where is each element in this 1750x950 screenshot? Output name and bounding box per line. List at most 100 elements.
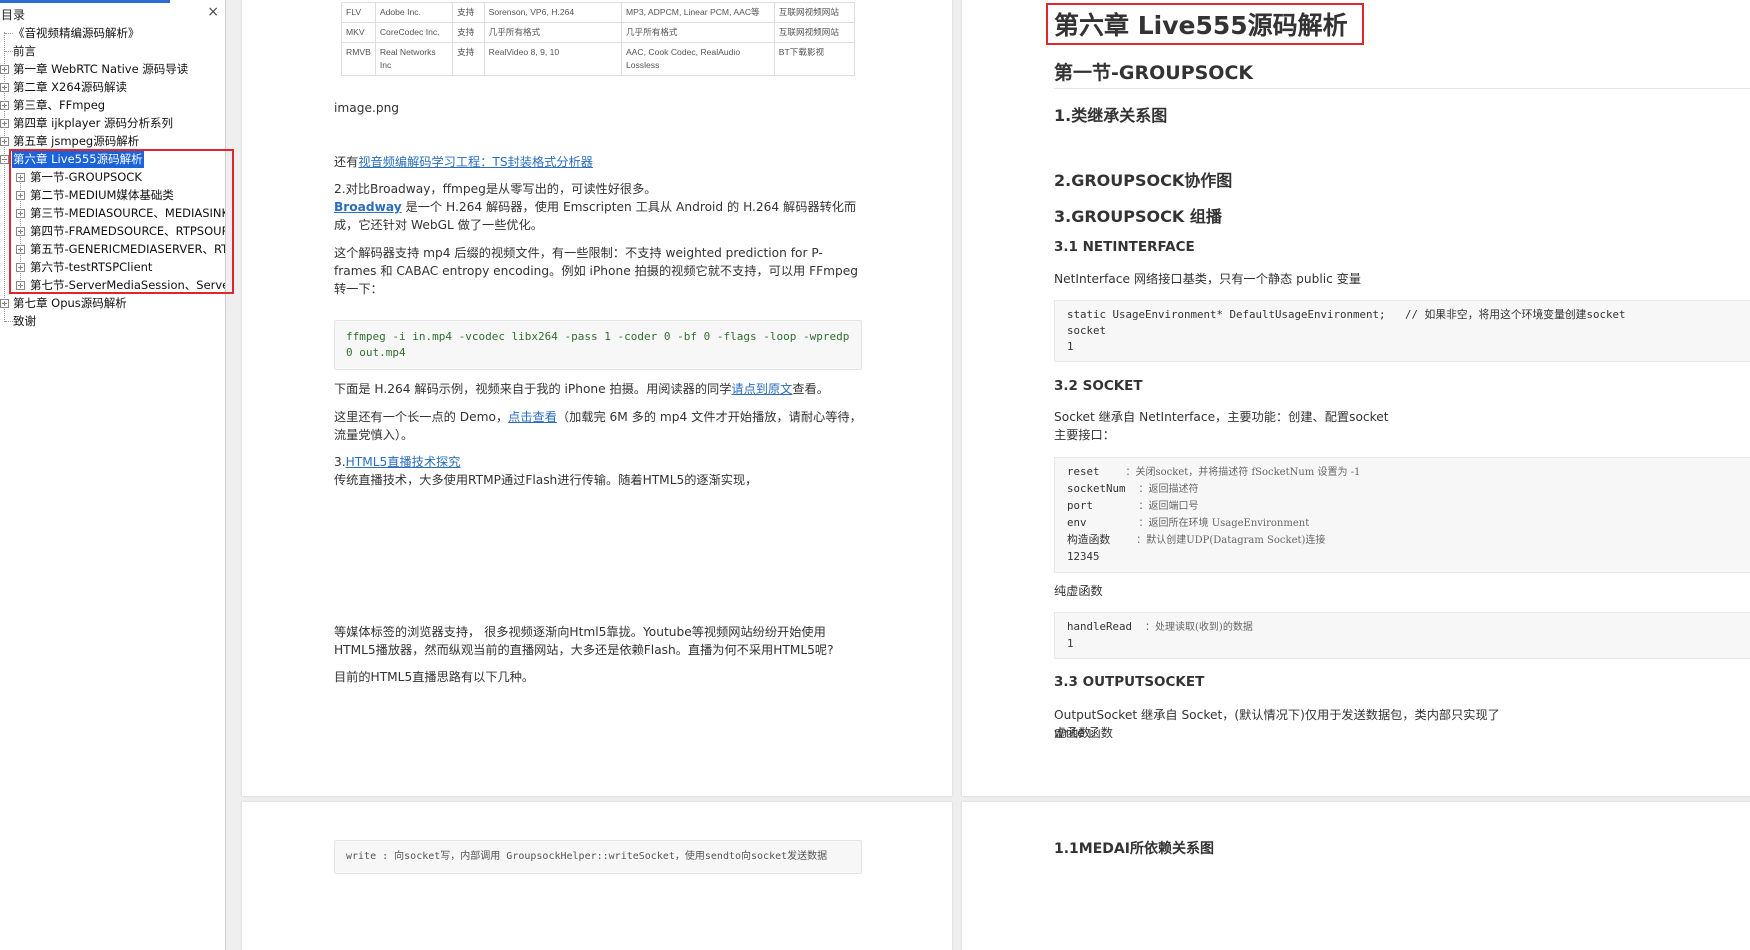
table-row: RMVB Real Networks Inc 支持 RealVideo 8, 9, 1… bbox=[341, 42, 856, 76]
link-click-view[interactable]: 点击查看 bbox=[508, 410, 557, 424]
page-left-next: write : 向socket写，内部调用 GroupsockHelper::w… bbox=[242, 802, 952, 950]
tree-line bbox=[20, 176, 21, 286]
code-socket-api: reset ：关闭socket，并将描述符 fSocketNum 设置为 -1 s… bbox=[1054, 457, 1750, 573]
chapter-title: 第六章 Live555源码解析 bbox=[1054, 11, 1348, 40]
code-write-partial: write : 向socket写，内部调用 GroupsockHelper::w… bbox=[334, 840, 862, 874]
toc-item-label: 第四节-FRAMEDSOURCE、RTPSOURC bbox=[30, 224, 225, 238]
toc-item[interactable]: + 第四节-FRAMEDSOURCE、RTPSOURC bbox=[0, 222, 225, 240]
code-comment: ：返回端口号 bbox=[1138, 501, 1199, 512]
toc-item[interactable]: 前言 bbox=[0, 42, 225, 60]
table-row: FLV Adobe Inc. 支持 Sorenson, VP6, H.264 MP3, … bbox=[341, 2, 856, 23]
text: 传统直播技术，大多使用RTMP通过Flash进行传输。随着HTML5的逐渐实现， bbox=[334, 473, 758, 487]
para-browser-support: 等媒体标签的浏览器支持， 很多视频逐渐向Html5靠拢。Youtube等视频网站… bbox=[334, 625, 834, 657]
heading-outputsocket: 3.3 OUTPUTSOCKET bbox=[1054, 674, 1205, 690]
toc-item[interactable]: + 第五节-GENERICMEDIASERVER、RTSF bbox=[0, 240, 225, 258]
text: 是一个 H.264 解码器，使用 Emscripten 工具从 Android … bbox=[334, 200, 857, 232]
toc-item[interactable]: 《音视频精编源码解析》 bbox=[0, 24, 225, 42]
table-row: MKV CoreCodec Inc. 支持 几乎所有格式 几乎所有格式 互联网视频网站 bbox=[341, 22, 856, 43]
toc-item-label: 第五节-GENERICMEDIASERVER、RTSF bbox=[30, 242, 225, 256]
code-name: 12345 bbox=[1067, 550, 1100, 563]
table-cell: FLV bbox=[341, 2, 376, 23]
para-ts-analyzer: 还有视音频编解码学习工程：TS封装格式分析器 bbox=[334, 153, 593, 171]
toc-item-label: 前言 bbox=[13, 44, 36, 58]
text: 2.对比Broadway，ffmpeg是从零写出的，可读性好很多。 bbox=[334, 182, 657, 196]
table-cell: 支持 bbox=[452, 42, 485, 76]
table-cell: Sorenson, VP6, H.264 bbox=[483, 2, 622, 23]
toc-item-label: 致谢 bbox=[13, 314, 36, 328]
table-cell: MP3, ADPCM, Linear PCM, AAC等 bbox=[620, 2, 775, 23]
text-outputsocket: OutputSocket 继承自 Socket，(默认情况下)仅用于发送数据包，… bbox=[1054, 708, 1500, 740]
section-divider bbox=[1054, 88, 1750, 89]
toc-item[interactable]: + 第七节-ServerMediaSession、ServerM bbox=[0, 276, 225, 294]
toc-sidebar: 目录 × 《音视频精编源码解析》 前言 + 第一章 WebRTC Native 源码导… bbox=[0, 0, 234, 950]
code-name: handleRead bbox=[1067, 620, 1146, 633]
text-socket-api: 主要接口： bbox=[1054, 428, 1115, 442]
sidebar-tab-indicator bbox=[0, 0, 170, 3]
toc-item[interactable]: + 第四章 ijkplayer 源码分析系列 bbox=[0, 114, 225, 132]
toc-item[interactable]: + 第一章 WebRTC Native 源码导读 bbox=[0, 60, 225, 78]
close-icon[interactable]: × bbox=[207, 4, 219, 20]
toc-item[interactable]: 致谢 bbox=[0, 312, 225, 330]
code-line: socketNum ：返回描述符 bbox=[1067, 481, 1741, 498]
table-cell: 互联网视频网站 bbox=[773, 22, 856, 43]
toc-item-label: 第三节-MEDIASOURCE、MEDIASINK、 bbox=[30, 206, 225, 220]
code-name: env bbox=[1067, 516, 1139, 529]
table-cell: 互联网视频网站 bbox=[773, 2, 856, 23]
code-ffmpeg: ffmpeg -i in.mp4 -vcodec libx264 -pass 1… bbox=[334, 320, 862, 370]
link-original[interactable]: 请点到原文 bbox=[731, 382, 792, 396]
page-left: FLV Adobe Inc. 支持 Sorenson, VP6, H.264 MP3, … bbox=[242, 0, 952, 796]
table-cell: CoreCodec Inc. bbox=[374, 22, 454, 43]
heading-class-hierarchy: 1.类继承关系图 bbox=[1054, 106, 1168, 125]
toc-item[interactable]: + 第三节-MEDIASOURCE、MEDIASINK、 bbox=[0, 204, 225, 222]
code-comment: ：处理读取(收到)的数据 bbox=[1145, 622, 1253, 633]
table-cell: RealVideo 8, 9, 10 bbox=[483, 42, 622, 76]
code-comment: ：返回描述符 bbox=[1138, 484, 1199, 495]
code-line: 12345 bbox=[1067, 549, 1741, 566]
table-cell: Real Networks Inc bbox=[374, 42, 454, 76]
link-ts-analyzer[interactable]: 视音频编解码学习工程：TS封装格式分析器 bbox=[358, 155, 593, 169]
heading-socket: 3.2 SOCKET bbox=[1054, 378, 1143, 394]
para-html5-live: 3.HTML5直播技术探究 传统直播技术，大多使用RTMP通过Flash进行传输… bbox=[334, 453, 862, 489]
code-comment: ：关闭socket，并将描述符 fSocketNum 设置为 -1 bbox=[1125, 467, 1361, 478]
toc-item[interactable]: + 第二章 X264源码解读 bbox=[0, 78, 225, 96]
code-line: static UsageEnvironment* DefaultUsageEnv… bbox=[1067, 308, 1626, 321]
code-line: env ：返回所在环境 UsageEnvironment bbox=[1067, 515, 1741, 532]
link-broadway[interactable]: Broadway bbox=[334, 200, 402, 214]
text: 这里还有一个长一点的 Demo， bbox=[334, 410, 509, 424]
code-line: reset ：关闭socket，并将描述符 fSocketNum 设置为 -1 bbox=[1067, 464, 1741, 481]
code-name: 构造函数 bbox=[1067, 533, 1137, 546]
para-html5-approaches: 目前的HTML5直播思路有以下几种。 bbox=[334, 670, 535, 684]
toc-item-label: 第二节-MEDIUM媒体基础类 bbox=[30, 188, 174, 202]
toc-item[interactable]: − 第六章 Live555源码解析 bbox=[0, 150, 225, 168]
page-right: 第六章 Live555源码解析 第一节-GROUPSOCK 1.类继承关系图 2… bbox=[962, 0, 1750, 796]
toc-item[interactable]: + 第六节-testRTSPClient bbox=[0, 258, 225, 276]
text: 下面是 H.264 解码示例，视频来自于我的 iPhone 拍摄。用阅读器的同学 bbox=[334, 382, 732, 396]
code-pure-virtual: handleRead ：处理读取(收到)的数据 1 bbox=[1054, 612, 1750, 659]
toc-item-label: 第二章 X264源码解读 bbox=[13, 80, 127, 94]
toc-item[interactable]: + 第五章 jsmpeg源码解析 bbox=[0, 132, 225, 150]
toc-item-label: 第一节-GROUPSOCK bbox=[30, 170, 142, 184]
table-cell: BT下载影视 bbox=[773, 42, 856, 76]
text-pure-virtual: 纯虚函数 bbox=[1054, 584, 1103, 598]
document-viewer: 目录 × 《音视频精编源码解析》 前言 + 第一章 WebRTC Native 源码导… bbox=[0, 0, 1750, 950]
code-name: reset bbox=[1067, 465, 1126, 478]
text-virtual-funcs: 虚函数: bbox=[1054, 726, 1095, 740]
section-title: 第一节-GROUPSOCK bbox=[1054, 62, 1254, 84]
code-line: 1 bbox=[1067, 340, 1074, 353]
toc-item[interactable]: + 第一节-GROUPSOCK bbox=[0, 168, 225, 186]
toc-item[interactable]: + 第三章、FFmpeg bbox=[0, 96, 225, 114]
text: 查看。 bbox=[792, 382, 829, 396]
heading-netinterface: 3.1 NETINTERFACE bbox=[1054, 239, 1195, 255]
toc-item[interactable]: + 第七章 Opus源码解析 bbox=[0, 294, 225, 312]
text-socket-desc: Socket 继承自 NetInterface，主要功能：创建、配置socket bbox=[1054, 410, 1389, 424]
toc-item-label: 第七章 Opus源码解析 bbox=[13, 296, 127, 310]
code-line: port ：返回端口号 bbox=[1067, 498, 1741, 515]
table-cell: 支持 bbox=[452, 22, 485, 43]
text: 还有 bbox=[334, 155, 359, 169]
link-html5-live[interactable]: HTML5直播技术探究 bbox=[346, 455, 461, 469]
text-netinterface: NetInterface 网络接口基类，只有一个静态 public 变量 bbox=[1054, 272, 1362, 286]
toc-item-label: 第六章 Live555源码解析 bbox=[12, 150, 144, 168]
table-cell: 几乎所有格式 bbox=[483, 22, 622, 43]
toc-item[interactable]: + 第二节-MEDIUM媒体基础类 bbox=[0, 186, 225, 204]
code-comment: ：返回所在环境 UsageEnvironment bbox=[1138, 518, 1310, 529]
